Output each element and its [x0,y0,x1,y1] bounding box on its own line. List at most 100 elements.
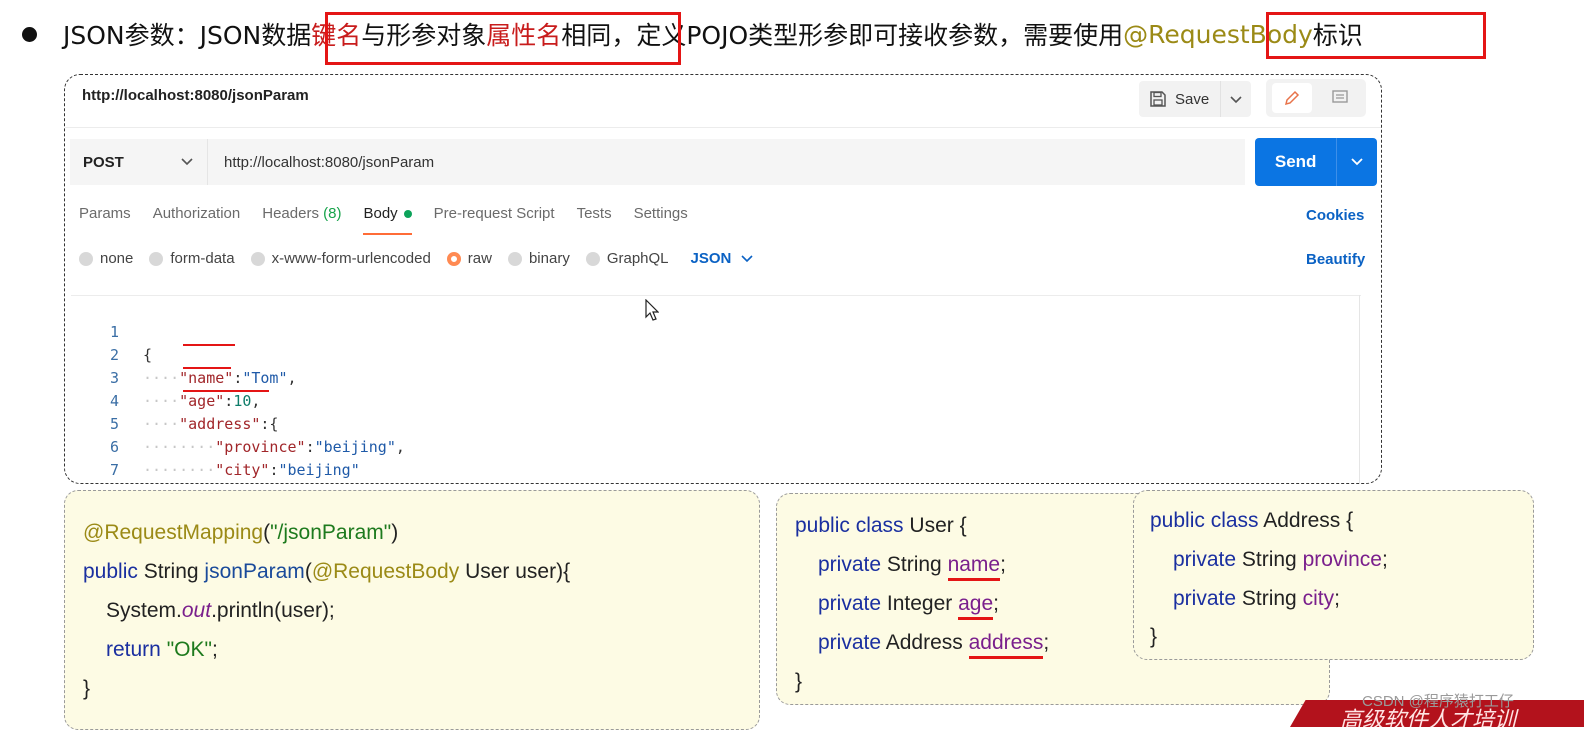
heading-prefix: JSON参数：JSON数据 [63,21,312,50]
tab-headers[interactable]: Headers (8) [262,205,341,235]
underline-name-key [183,344,235,346]
code-line-class-decl: public class User { [795,514,967,538]
send-dropdown-chevron-icon[interactable] [1336,138,1377,186]
underline-address-key [183,390,269,392]
code-line-8: 8 } [71,459,125,482]
comment-icon[interactable] [1320,83,1360,113]
body-type-urlencoded[interactable]: x-www-form-urlencoded [250,250,431,267]
json-key-age: "age" [179,392,225,410]
edit-pencil-icon[interactable] [1272,83,1312,113]
code-line-7: 7 ····} [71,436,125,479]
json-key-city: "city" [215,461,270,479]
class-keyword: public class [795,514,904,537]
tab-tests[interactable]: Tests [577,205,612,235]
slide-heading: JSON参数：JSON数据 键名 与形参对象 属性名 相同 ，定义POJO类型形参即可接收… [22,12,1363,56]
body-format-select[interactable]: JSON [691,250,754,267]
request-tab-title[interactable]: http://localhost:8080/jsonParam [82,87,309,104]
tab-pre-request-script[interactable]: Pre-request Script [434,205,555,235]
code-line-close: } [1150,625,1158,648]
field-type: Address [885,631,963,654]
body-type-form-data[interactable]: form-data [149,250,235,267]
field-type: String [1241,587,1297,610]
modifier: private [818,592,882,615]
code-line-2: 2 ····"name":"Tom", [71,321,297,387]
tab-headers-label: Headers [262,205,319,222]
public-keyword: public [83,560,138,583]
body-type-none[interactable]: none [79,250,133,267]
code-line-4: 4 ····"address":{ [71,367,279,433]
json-value-province: "beijing" [314,438,396,456]
code-line-5: 5 ········"province":"beijing", [71,390,405,456]
modifier: private [818,631,882,654]
class-name: Address { [1263,509,1354,532]
param-decl: User user [465,560,557,583]
code-line-class-decl: public class Address { [1150,509,1353,533]
code-line-6: 6 ········"city":"beijing" [71,413,360,479]
code-line-signature: public String jsonParam(@RequestBody Use… [83,560,571,583]
view-mode-toggle [1266,79,1366,117]
json-key-address: "address" [179,415,261,433]
code-line-field-age: private Integer age; [818,592,999,620]
url-input[interactable]: http://localhost:8080/jsonParam [208,139,1245,185]
return-keyword: return [106,638,161,661]
beautify-link[interactable]: Beautify [1306,251,1365,268]
tab-body-label: Body [363,205,398,222]
json-key-province: "province" [215,438,306,456]
code-text: ····"age":10, [143,392,261,410]
body-type-binary-label: binary [528,250,570,267]
send-button[interactable]: Send [1255,138,1377,186]
body-type-raw[interactable]: raw [446,250,492,267]
code-line-close: } [795,670,803,693]
request-tabs: Params Authorization Headers (8) Body Pr… [79,205,710,235]
postman-request-panel: http://localhost:8080/jsonParam Save POS… [64,74,1382,484]
class-name: User { [909,514,967,537]
json-key-name: "name" [179,369,234,387]
body-type-graphql[interactable]: GraphQL [585,250,669,267]
code-text: { [143,344,152,367]
body-type-urlencoded-label: x-www-form-urlencoded [271,250,431,267]
editor-scrollbar-track[interactable] [1359,295,1360,483]
json-value-age: 10 [233,392,252,410]
return-value: "OK" [166,638,212,661]
body-type-binary[interactable]: binary [507,250,570,267]
field-type: String [1241,548,1297,571]
cookies-link[interactable]: Cookies [1306,207,1364,224]
line-number: 8 [71,482,119,483]
address-class-card: public class Address { private String pr… [1133,490,1534,660]
json-body-editor[interactable]: 1 { 2 ····"name":"Tom", 3 ····"age":10, … [71,295,1361,483]
tab-headers-count: (8) [323,205,342,222]
code-text: ····} [143,482,188,483]
radio-icon [149,251,164,266]
body-active-dot-icon [403,210,412,219]
code-text: ····"address":{ [143,415,279,433]
body-type-graphql-label: GraphQL [606,250,669,267]
code-line-1: 1 { [71,298,152,364]
highlight-box-key-attr [325,12,681,65]
radio-icon [79,251,93,266]
tab-settings[interactable]: Settings [634,205,688,235]
system-class: System. [106,599,182,622]
mouse-cursor-icon [645,298,660,326]
tab-authorization[interactable]: Authorization [153,205,241,235]
code-line-return: return "OK"; [106,638,218,661]
save-dropdown-chevron-icon[interactable] [1221,91,1251,107]
class-keyword: public class [1150,509,1259,532]
tab-body[interactable]: Body [363,205,412,235]
radio-selected-icon [446,251,461,266]
save-button[interactable]: Save [1139,81,1221,117]
code-line-field-address: private Address address; [818,631,1049,659]
method-label: POST [83,153,124,171]
json-value-name: "Tom" [242,369,288,387]
out-field: out [181,599,212,622]
watermark: CSDN @程序猿打工仔 [1362,693,1514,710]
tab-params[interactable]: Params [79,205,131,235]
body-type-raw-label: raw [467,250,492,267]
radio-icon [250,251,265,266]
code-line-mapping: @RequestMapping("/jsonParam") [83,521,399,544]
code-text: ········"province":"beijing", [143,438,405,456]
underline-age-key [183,367,231,369]
field-name: province [1302,548,1382,571]
code-text: ········"city":"beijing" [143,461,360,479]
code-line-close: } [83,677,91,700]
method-select[interactable]: POST [70,139,208,185]
